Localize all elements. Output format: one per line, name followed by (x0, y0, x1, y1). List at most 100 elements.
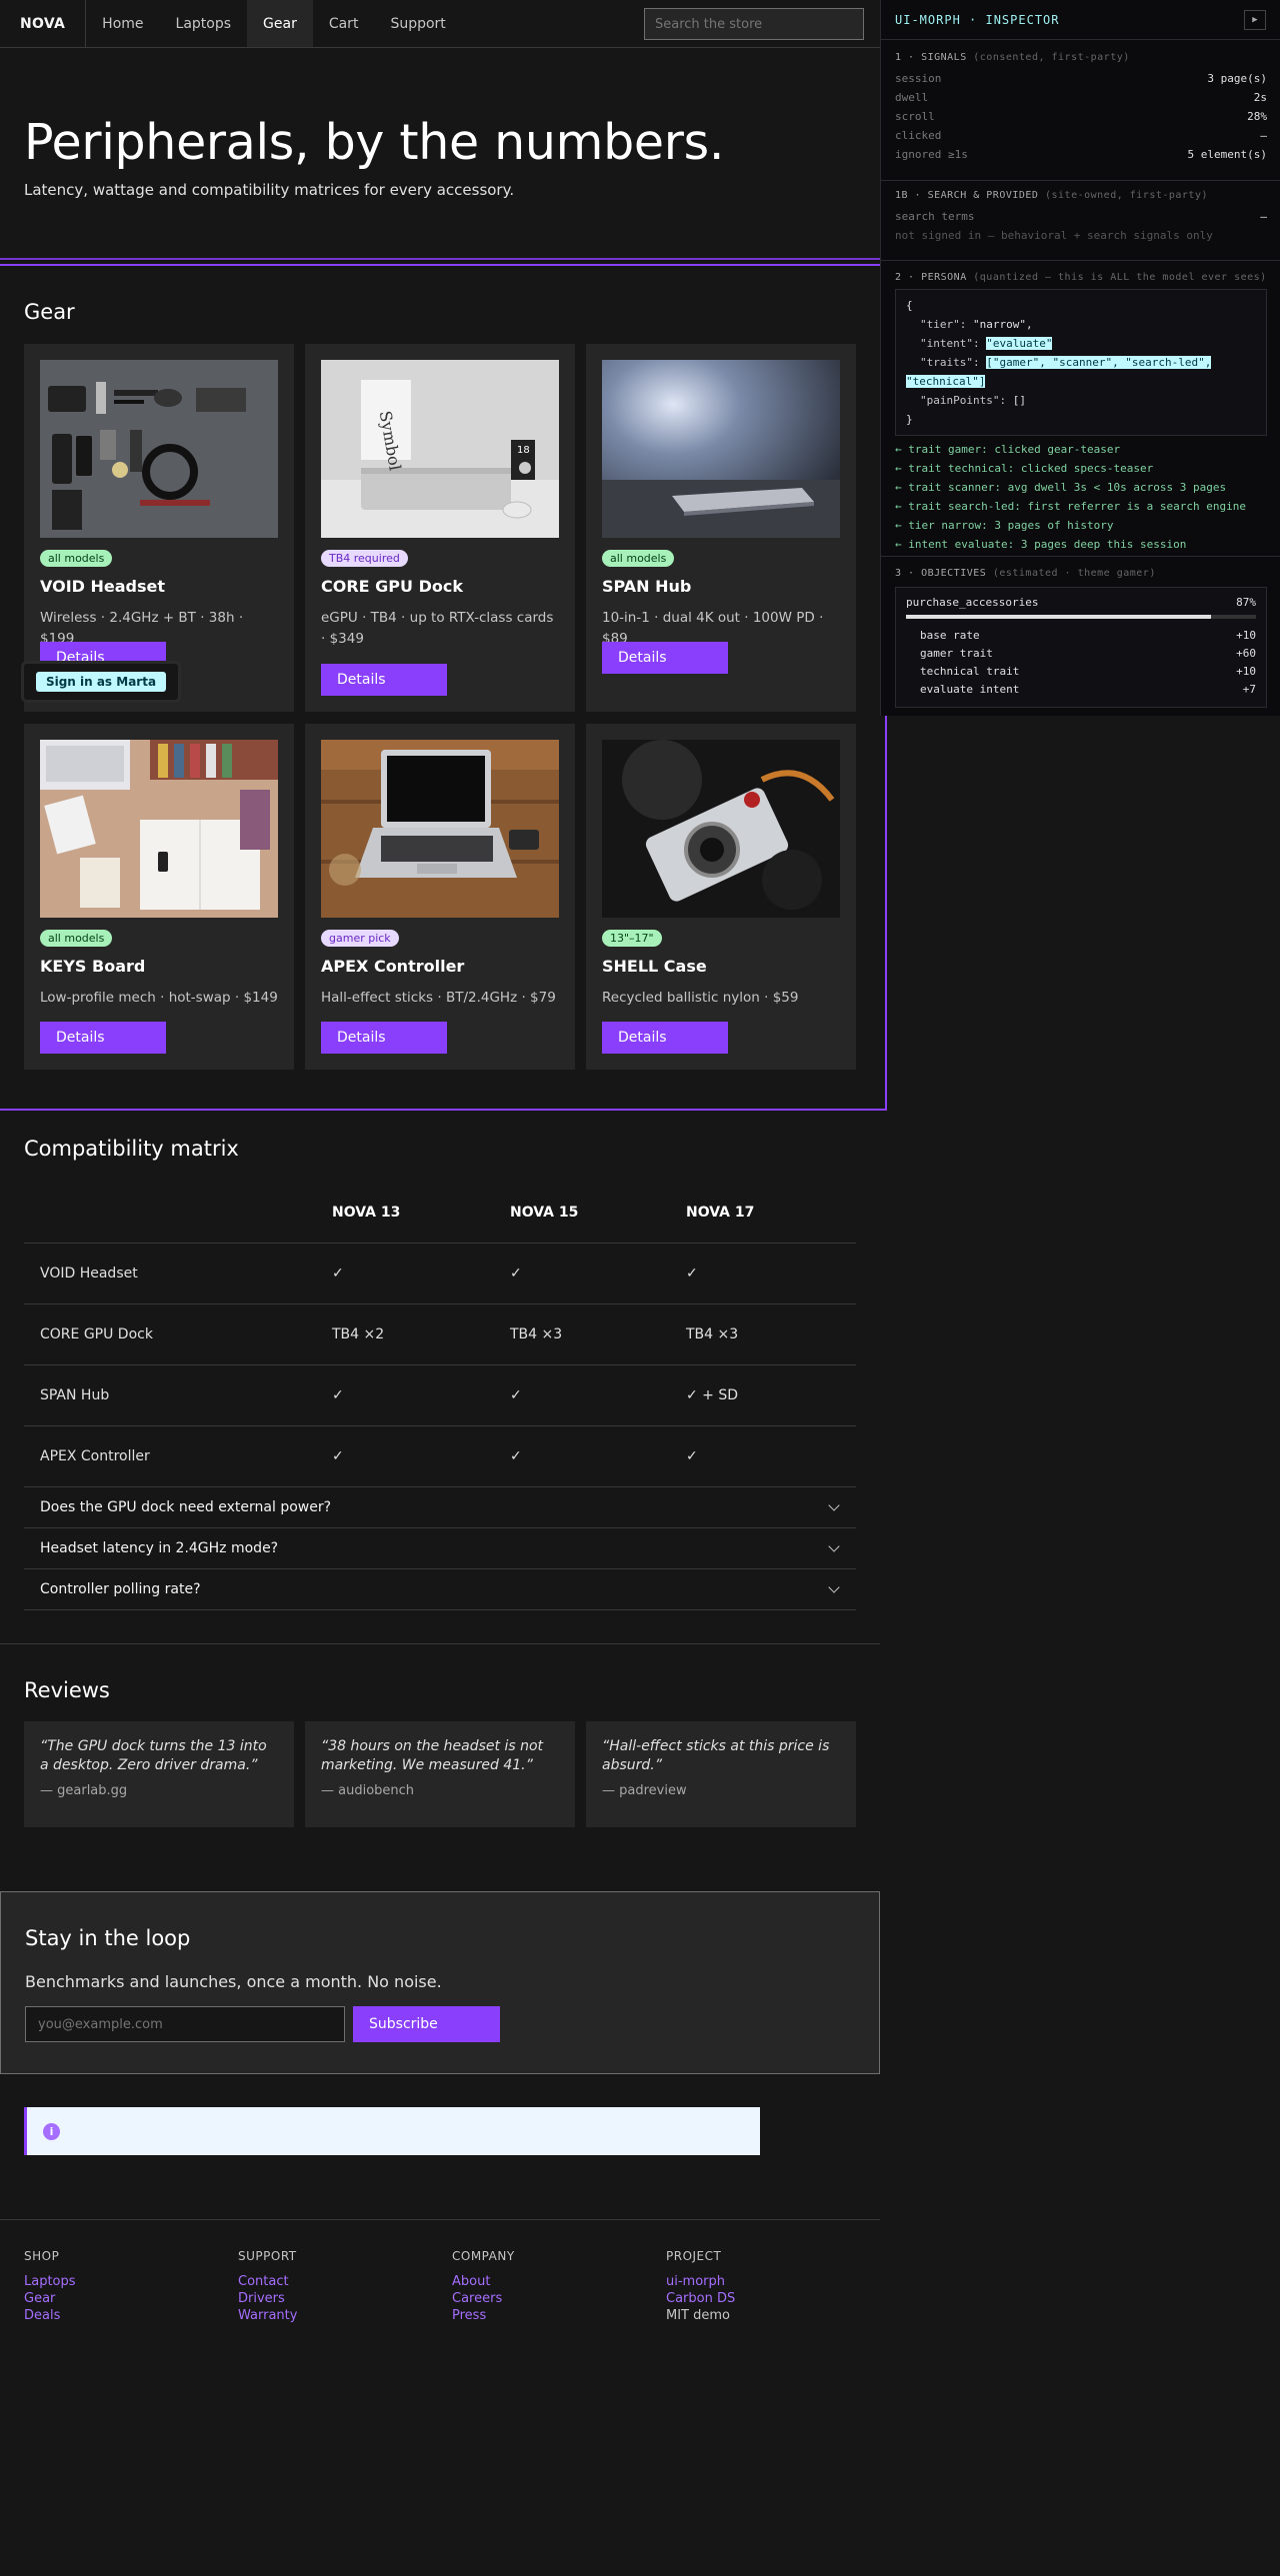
inspector-divider (881, 556, 1280, 557)
chevron-down-icon (828, 1581, 840, 1593)
footer-link[interactable]: Contact (238, 2273, 297, 2290)
table-header: NOVA 13 NOVA 15 NOVA 17 (24, 1182, 856, 1244)
details-button[interactable]: Details (321, 664, 447, 696)
table-cell: ✓ (686, 1448, 698, 1464)
faq-item[interactable]: Does the GPU dock need external power? (24, 1487, 856, 1528)
nav-link-gear[interactable]: Gear (247, 0, 313, 47)
footer-link[interactable]: Gear (24, 2290, 76, 2307)
review-card: “38 hours on the headset is not marketin… (305, 1721, 575, 1827)
compat-badge: all models (40, 930, 113, 947)
footer-link[interactable]: About (452, 2273, 515, 2290)
signin-overlay[interactable]: Sign in as Marta (24, 664, 178, 700)
footer-link[interactable]: Deals (24, 2307, 76, 2324)
nav-link-laptops[interactable]: Laptops (160, 0, 248, 47)
product-spec: eGPU · TB4 · up to RTX-class cards · $34… (321, 610, 554, 647)
section-heading: 3 · OBJECTIVES (895, 568, 987, 579)
product-spec: Recycled ballistic nylon · $59 (602, 990, 799, 1006)
footer-column: PROJECT ui-morph Carbon DS MIT demo (666, 2249, 735, 2324)
search-terms-row: search terms — (895, 210, 1267, 223)
faq-question: Headset latency in 2.4GHz mode? (40, 1540, 279, 1556)
faq-item[interactable]: Controller polling rate? (24, 1569, 856, 1610)
nav-link-support[interactable]: Support (374, 0, 461, 47)
search-footnote: not signed in — behavioral + search sign… (895, 229, 1213, 242)
signal-row: scroll 28% (895, 110, 1267, 123)
svg-text:18: 18 (517, 445, 530, 456)
chevron-down-icon (828, 1499, 840, 1511)
persona-section: 2 · PERSONA (quantized — this is ALL the… (895, 272, 1267, 554)
footer-link[interactable]: Careers (452, 2290, 515, 2307)
email-field[interactable] (25, 2006, 345, 2042)
product-image (602, 740, 840, 918)
details-button[interactable]: Details (321, 1022, 447, 1054)
trait-reason: ← trait gamer: clicked gear-teaser (895, 443, 1121, 456)
details-button[interactable]: Details (40, 1022, 166, 1054)
review-quote: “The GPU dock turns the 13 into a deskto… (40, 1738, 267, 1773)
table-cell: ✓ (686, 1266, 698, 1282)
product-image (321, 740, 559, 918)
footer-column: COMPANY About Careers Press (452, 2249, 515, 2324)
product-name: KEYS Board (40, 957, 146, 976)
table-cell: APEX Controller (40, 1448, 150, 1464)
signal-row: dwell 2s (895, 91, 1267, 104)
info-notification: i (24, 2107, 760, 2155)
trait-reason: ← intent evaluate: 3 pages deep this ses… (895, 538, 1187, 551)
table-cell: ✓ (510, 1266, 522, 1282)
gear-title: Gear (24, 300, 75, 324)
signin-label[interactable]: Sign in as Marta (35, 672, 167, 692)
footer-link[interactable]: Laptops (24, 2273, 76, 2290)
compat-badge: 13"–17" (602, 930, 662, 947)
product-name: APEX Controller (321, 957, 465, 976)
section-heading: 1B · SEARCH & PROVIDED (895, 190, 1039, 201)
footer-heading: COMPANY (452, 2249, 515, 2263)
product-name: SHELL Case (602, 957, 707, 976)
search-input[interactable] (644, 8, 864, 40)
trait-reason: ← trait scanner: avg dwell 3s < 10s acro… (895, 481, 1227, 494)
review-author: — gearlab.gg (40, 1782, 128, 1798)
compat-title: Compatibility matrix (24, 1137, 239, 1161)
footer-heading: SUPPORT (238, 2249, 297, 2263)
objective-value: 87% (1236, 596, 1256, 609)
footer-link[interactable]: Drivers (238, 2290, 297, 2307)
column-header: NOVA 15 (510, 1204, 579, 1221)
review-author: — audiobench (321, 1782, 415, 1798)
footer-link[interactable]: Press (452, 2307, 515, 2324)
trait-reason: ← tier narrow: 3 pages of history (895, 519, 1114, 532)
table-cell: VOID Headset (40, 1266, 138, 1282)
compat-badge: gamer pick (321, 930, 399, 947)
product-card: all models KEYS Board Low-profile mech ·… (24, 724, 294, 1070)
footer-text: MIT demo (666, 2308, 730, 2323)
product-card: all models VOID Headset Wireless · 2.4GH… (24, 344, 294, 712)
table-row: APEX Controller ✓ ✓ ✓ (24, 1426, 856, 1487)
nav-link-cart[interactable]: Cart (313, 0, 375, 47)
table-cell: TB4 ×2 (332, 1326, 385, 1342)
faq-question: Does the GPU dock need external power? (40, 1499, 332, 1515)
faq-item[interactable]: Headset latency in 2.4GHz mode? (24, 1528, 856, 1569)
footer-link[interactable]: ui-morph (666, 2273, 735, 2290)
table-cell: ✓ (510, 1387, 522, 1403)
product-card: Symbol 18 TB4 required CORE GPU Dock eGP… (305, 344, 575, 712)
product-spec: Low-profile mech · hot-swap · $149 (40, 990, 278, 1006)
nav-link-home[interactable]: Home (86, 0, 159, 47)
table-cell: TB4 ×3 (686, 1326, 739, 1342)
brand-logo[interactable]: NOVA (0, 0, 87, 47)
footer-link[interactable]: Warranty (238, 2307, 297, 2324)
search-section: 1B · SEARCH & PROVIDED (site-owned, firs… (895, 190, 1267, 245)
details-button[interactable]: Details (602, 642, 728, 674)
info-icon: i (43, 2123, 60, 2140)
objective-factor: base rate +10 (920, 629, 1256, 642)
details-button[interactable]: Details (602, 1022, 728, 1054)
footer-link[interactable]: Carbon DS (666, 2290, 735, 2307)
review-quote: “38 hours on the headset is not marketin… (321, 1738, 544, 1773)
subscribe-button[interactable]: Subscribe (353, 2006, 500, 2042)
section-note: (quantized — this is ALL the model ever … (973, 272, 1267, 283)
table-cell: ✓ (332, 1266, 344, 1282)
section-heading: 1 · SIGNALS (895, 52, 967, 63)
hero-title: Peripherals, by the numbers. (24, 114, 725, 171)
reviews-title: Reviews (24, 1678, 110, 1702)
play-icon[interactable]: ▶ (1244, 10, 1266, 30)
persona-json: { "tier": "narrow", "intent": "evaluate"… (895, 289, 1267, 436)
section-note: (estimated · theme gamer) (992, 568, 1156, 579)
product-name: SPAN Hub (602, 577, 692, 596)
hero-subtitle: Latency, wattage and compatibility matri… (24, 181, 515, 199)
table-row: SPAN Hub ✓ ✓ ✓ + SD (24, 1365, 856, 1426)
